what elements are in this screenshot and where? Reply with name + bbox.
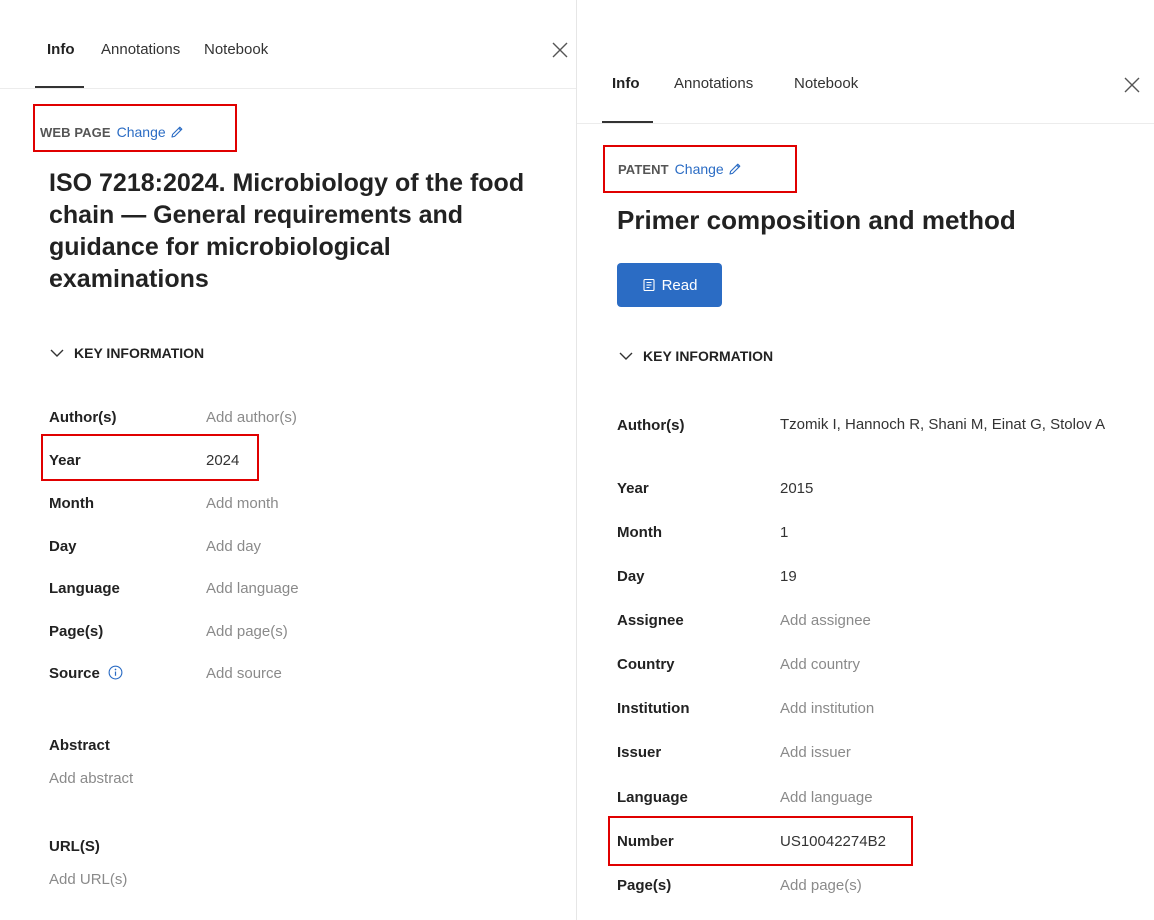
tab-bar-divider — [577, 123, 1154, 124]
field-label-day: Day — [49, 538, 77, 555]
item-type-row: WEB PAGE Change — [40, 124, 184, 140]
key-information-toggle[interactable]: KEY INFORMATION — [619, 348, 773, 364]
field-label-day: Day — [617, 568, 645, 585]
pencil-icon — [729, 163, 741, 175]
field-label-issuer: Issuer — [617, 744, 662, 761]
tab-info[interactable]: Info — [47, 41, 75, 58]
chevron-down-icon — [619, 352, 633, 360]
key-information-heading: KEY INFORMATION — [74, 345, 205, 361]
field-label-pages: Page(s) — [49, 623, 104, 640]
field-label-country: Country — [617, 656, 675, 673]
abstract-field[interactable]: Add abstract — [49, 769, 133, 788]
field-label-language: Language — [617, 789, 688, 806]
right-item-pane: Info Annotations Notebook PATENT Change — [576, 0, 1154, 920]
tab-bar-divider — [0, 88, 576, 89]
close-icon[interactable] — [551, 41, 569, 59]
item-type-row: PATENT Change — [618, 161, 742, 177]
key-information-toggle[interactable]: KEY INFORMATION — [50, 345, 204, 361]
item-title[interactable]: ISO 7218:2024. Microbiology of the food … — [49, 167, 529, 295]
field-value-year[interactable]: 2024 — [206, 451, 239, 470]
field-value-issuer[interactable]: Add issuer — [780, 743, 851, 762]
field-value-authors[interactable]: Add author(s) — [206, 408, 297, 427]
change-type-button[interactable]: Change — [675, 161, 742, 177]
field-label-authors: Author(s) — [49, 409, 117, 426]
field-label-number: Number — [617, 833, 674, 850]
tab-notebook[interactable]: Notebook — [794, 75, 858, 92]
field-label-institution: Institution — [617, 700, 690, 717]
tab-annotations[interactable]: Annotations — [674, 75, 753, 92]
item-title[interactable]: Primer composition and method — [617, 203, 1137, 237]
field-label-assignee: Assignee — [617, 612, 684, 629]
item-type-label: PATENT — [618, 161, 669, 177]
field-value-institution[interactable]: Add institution — [780, 699, 874, 718]
field-value-year[interactable]: 2015 — [780, 479, 813, 498]
key-information-heading: KEY INFORMATION — [643, 348, 774, 364]
field-value-month[interactable]: Add month — [206, 494, 279, 513]
change-type-label: Change — [116, 124, 166, 140]
field-label-source: Source — [49, 665, 123, 682]
field-label-authors: Author(s) — [617, 417, 685, 434]
field-value-source[interactable]: Add source — [206, 664, 282, 683]
field-value-country[interactable]: Add country — [780, 655, 860, 674]
field-value-number[interactable]: US10042274B2 — [780, 832, 886, 851]
field-value-month[interactable]: 1 — [780, 523, 788, 542]
change-type-label: Change — [674, 161, 724, 177]
urls-field[interactable]: Add URL(s) — [49, 870, 127, 889]
field-value-day[interactable]: Add day — [206, 537, 261, 556]
field-value-authors[interactable]: Tzomik I, Hannoch R, Shani M, Einat G, S… — [780, 415, 1110, 434]
urls-heading: URL(S) — [49, 838, 100, 855]
field-label-source-text: Source — [49, 665, 100, 682]
field-label-year: Year — [617, 480, 649, 497]
field-label-month: Month — [49, 495, 94, 512]
abstract-heading: Abstract — [49, 737, 110, 754]
change-type-button[interactable]: Change — [117, 124, 184, 140]
field-value-day[interactable]: 19 — [780, 567, 797, 586]
tab-annotations[interactable]: Annotations — [101, 41, 180, 58]
info-icon[interactable] — [108, 665, 123, 680]
close-icon[interactable] — [1123, 76, 1141, 94]
read-button[interactable]: Read — [617, 263, 722, 307]
field-label-year: Year — [49, 452, 81, 469]
field-value-pages[interactable]: Add page(s) — [206, 622, 288, 641]
field-label-month: Month — [617, 524, 662, 541]
field-value-pages[interactable]: Add page(s) — [780, 876, 862, 895]
pencil-icon — [171, 126, 183, 138]
reader-icon — [643, 278, 655, 292]
tab-notebook[interactable]: Notebook — [204, 41, 268, 58]
field-value-assignee[interactable]: Add assignee — [780, 611, 871, 630]
field-value-language[interactable]: Add language — [780, 788, 873, 807]
chevron-down-icon — [50, 349, 64, 357]
tab-info[interactable]: Info — [612, 75, 640, 92]
field-value-language[interactable]: Add language — [206, 579, 299, 598]
item-type-label: WEB PAGE — [40, 124, 111, 140]
field-label-language: Language — [49, 580, 120, 597]
left-item-pane: Info Annotations Notebook WEB PAGE Chang… — [0, 0, 576, 920]
read-button-label: Read — [661, 276, 698, 294]
field-label-pages: Page(s) — [617, 877, 672, 894]
